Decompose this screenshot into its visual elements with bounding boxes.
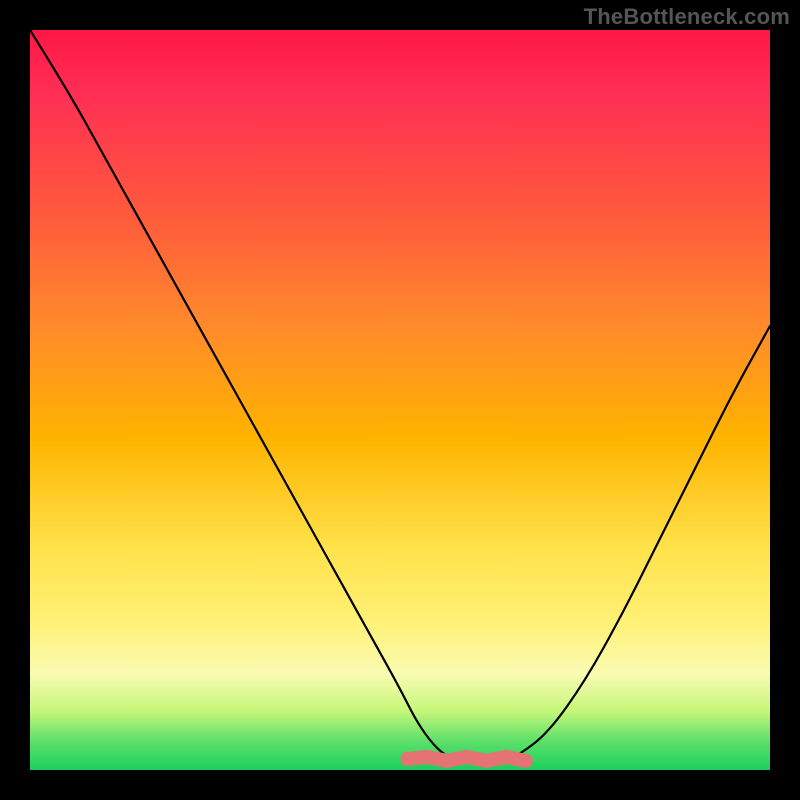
chart-frame: TheBottleneck.com <box>0 0 800 800</box>
chart-svg <box>30 30 770 770</box>
optimal-band <box>407 757 525 761</box>
bottleneck-curve <box>30 30 770 763</box>
plot-area <box>30 30 770 770</box>
watermark-text: TheBottleneck.com <box>584 4 790 30</box>
